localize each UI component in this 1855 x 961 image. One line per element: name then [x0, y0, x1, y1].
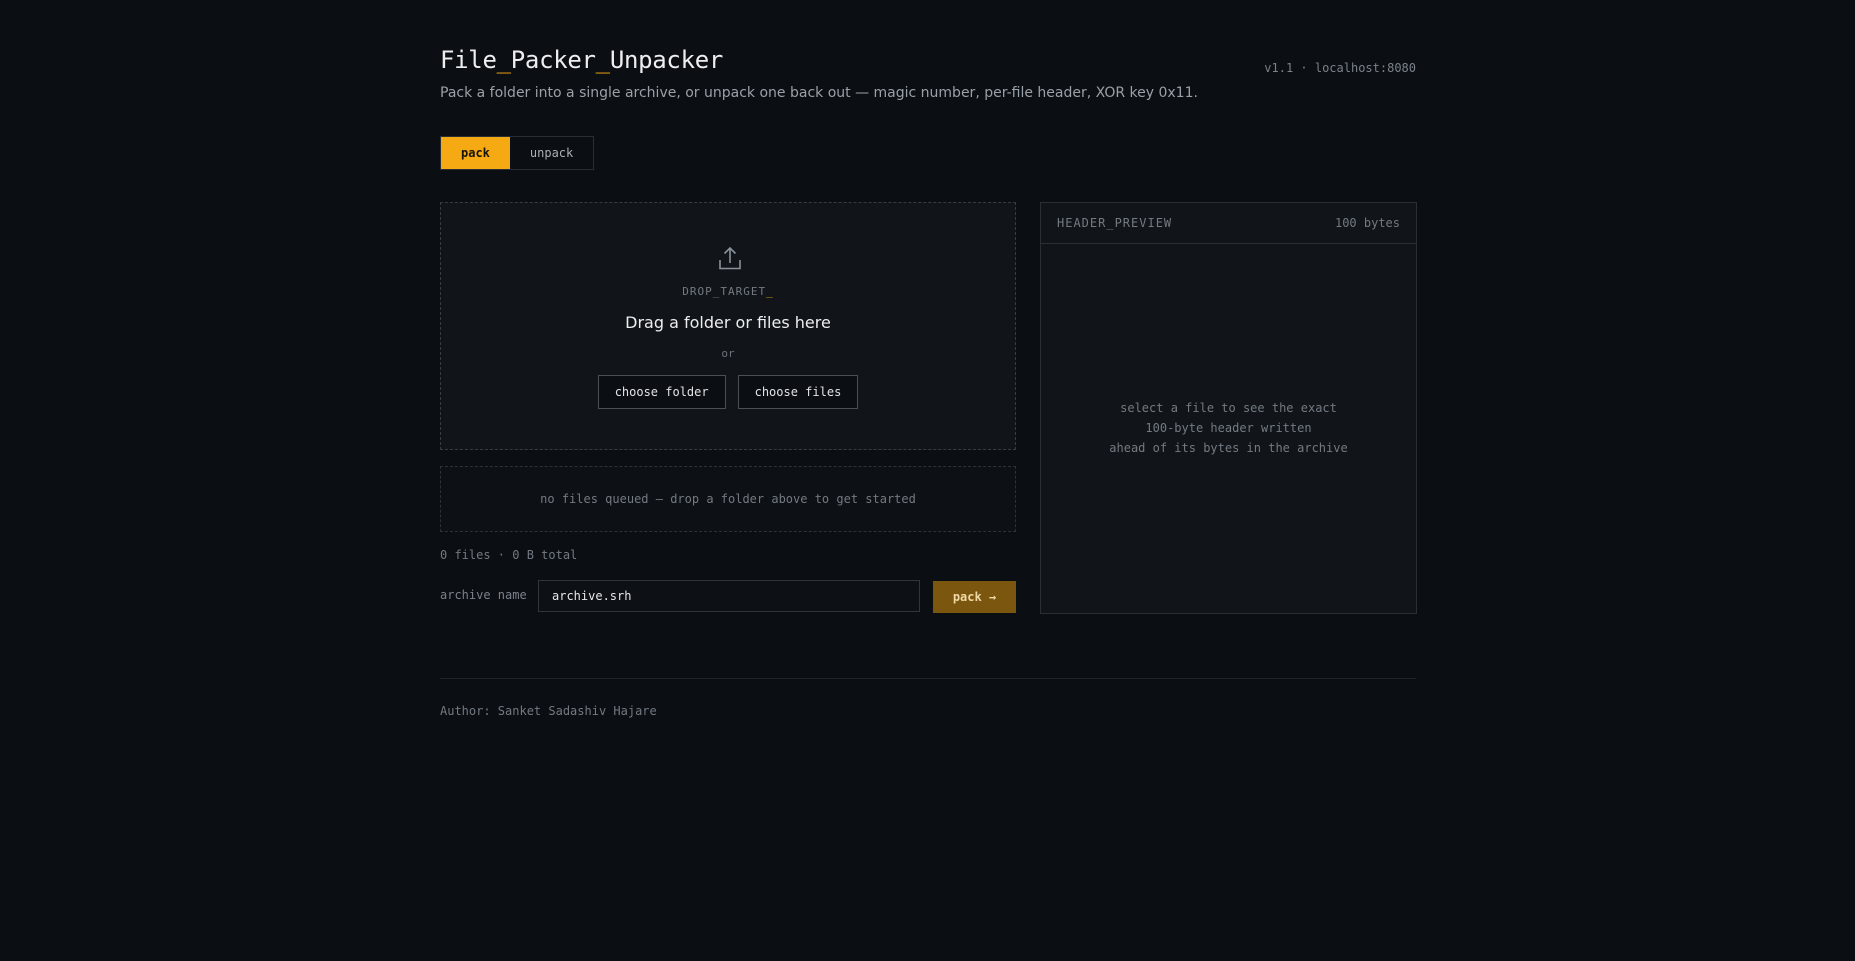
archive-name-input[interactable] — [538, 580, 920, 612]
drop-buttons: choose folder choose files — [441, 375, 1015, 409]
app-title: File_Packer_Unpacker — [440, 46, 723, 74]
drop-heading: Drag a folder or files here — [625, 313, 831, 332]
queue-totals: 0 files · 0 B total — [440, 548, 578, 562]
title-underscore: _ — [595, 46, 610, 74]
mode-tabs: pack unpack — [440, 136, 595, 170]
drop-target-cursor: _ — [766, 285, 774, 298]
hint-line: 100-byte header written — [1145, 421, 1312, 435]
header-size: 100 bytes — [1334, 216, 1400, 230]
drop-target-tag: DROP_TARGET_ — [441, 285, 1015, 298]
hint-line: ahead of its bytes in the archive — [1109, 441, 1348, 455]
header-preview-bar: HEADER_PREVIEW 100 bytes — [1041, 203, 1416, 244]
footer-divider — [440, 678, 1416, 679]
upload-icon — [719, 246, 741, 270]
tab-unpack[interactable]: unpack — [509, 137, 594, 169]
drop-target-label: DROP_TARGET — [682, 285, 767, 298]
file-queue-empty: no files queued — drop a folder above to… — [440, 466, 1016, 532]
title-word-file: File — [440, 46, 497, 74]
header-preview-title: HEADER_PREVIEW — [1057, 216, 1173, 230]
title-word-unpacker: Unpacker — [609, 46, 724, 74]
tab-pack[interactable]: pack — [441, 137, 510, 169]
pack-button[interactable]: pack → — [933, 581, 1016, 613]
drop-zone[interactable]: DROP_TARGET_ Drag a folder or files here… — [440, 202, 1016, 450]
version-info: v1.1 · localhost:8080 — [1264, 61, 1416, 75]
header-preview-hint: select a file to see the exact 100-byte … — [1041, 398, 1416, 458]
choose-files-button[interactable]: choose files — [737, 375, 859, 409]
drop-or-text: or — [721, 347, 735, 360]
title-underscore: _ — [496, 46, 511, 74]
choose-folder-button[interactable]: choose folder — [597, 375, 726, 409]
app-subtitle: Pack a folder into a single archive, or … — [440, 85, 1198, 101]
archive-name-label: archive name — [440, 588, 527, 602]
header-preview-panel: HEADER_PREVIEW 100 bytes select a file t… — [1040, 202, 1417, 614]
author-credit: Author: Sanket Sadashiv Hajare — [440, 704, 657, 718]
title-word-packer: Packer — [510, 46, 596, 74]
hint-line: select a file to see the exact — [1120, 401, 1337, 415]
